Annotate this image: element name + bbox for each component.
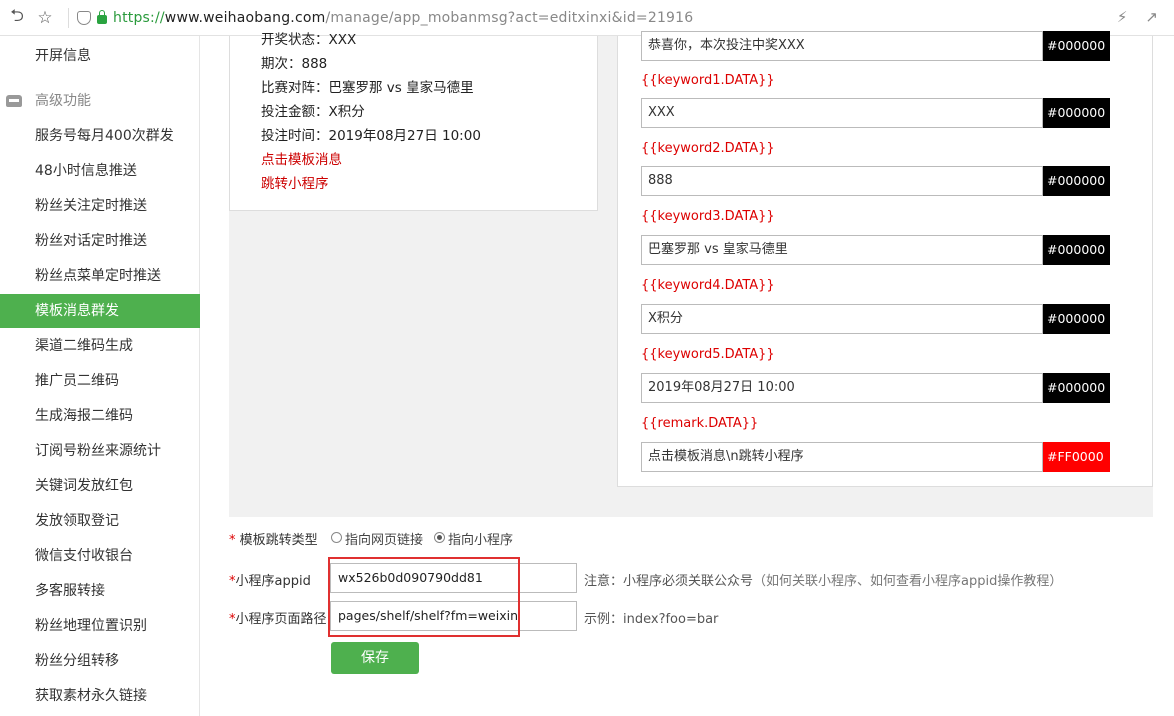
- keyword4-input[interactable]: X积分: [641, 304, 1043, 334]
- shield-icon[interactable]: [77, 10, 91, 25]
- url-scheme: https://: [113, 9, 165, 26]
- preview-line: 期次：888: [261, 56, 328, 72]
- url-path: /manage/app_mobanmsg?act=editxinxi&id=21…: [325, 9, 694, 26]
- radio-mini-program[interactable]: [434, 532, 445, 543]
- sidebar-item[interactable]: 粉丝分组转移: [0, 644, 200, 678]
- message-preview: 开奖状态：XXX 期次：888 比赛对阵：巴塞罗那 vs 皇家马德里 投注金额：…: [229, 32, 598, 211]
- preview-line: 点击模板消息: [261, 152, 342, 168]
- keyword2-input[interactable]: 888: [641, 166, 1043, 196]
- color-swatch[interactable]: #000000: [1043, 166, 1110, 196]
- remark-input[interactable]: 点击模板消息\n跳转小程序: [641, 442, 1043, 472]
- sidebar-group-label: 高级功能: [35, 93, 91, 109]
- url-host: www.weihaobang.com: [164, 9, 326, 26]
- sidebar-item[interactable]: 订阅号粉丝来源统计: [0, 434, 200, 468]
- field-label: {{remark.DATA}}: [641, 416, 759, 431]
- color-swatch[interactable]: #000000: [1043, 98, 1110, 128]
- page-path-label: *小程序页面路径: [229, 612, 327, 627]
- field-label: {{keyword1.DATA}}: [641, 73, 775, 88]
- sidebar-item[interactable]: 渠道二维码生成: [0, 329, 200, 363]
- sidebar-item[interactable]: 推广员二维码: [0, 364, 200, 398]
- sidebar-item[interactable]: 粉丝点菜单定时推送: [0, 259, 200, 293]
- appid-label: *小程序appid: [229, 574, 311, 589]
- lock-icon: [97, 10, 107, 24]
- color-swatch[interactable]: #000000: [1043, 304, 1110, 334]
- field-label: {{keyword4.DATA}}: [641, 278, 775, 293]
- editor-area: 开奖状态：XXX 期次：888 比赛对阵：巴塞罗那 vs 皇家马德里 投注金额：…: [229, 31, 1153, 517]
- field-label: {{keyword3.DATA}}: [641, 209, 775, 224]
- preview-line: 比赛对阵：巴塞罗那 vs 皇家马德里: [261, 80, 474, 96]
- color-swatch[interactable]: #000000: [1043, 373, 1110, 403]
- lightning-icon[interactable]: ⚡︎: [1117, 8, 1128, 26]
- sidebar-item[interactable]: 粉丝关注定时推送: [0, 189, 200, 223]
- appid-help-links[interactable]: （如何关联小程序、如何查看小程序appid操作教程）: [753, 574, 1062, 589]
- preview-line: 开奖状态：XXX: [261, 32, 357, 48]
- mini-program-settings: * 模板跳转类型 指向网页链接 指向小程序 *小程序appid wx526b0d…: [229, 517, 1174, 716]
- annotation-highlight: [328, 557, 520, 637]
- first-data-input[interactable]: 恭喜你，本次投注中奖XXX: [641, 31, 1043, 61]
- inbox-icon: [6, 95, 22, 107]
- keyword3-input[interactable]: 巴塞罗那 vs 皇家马德里: [641, 235, 1043, 265]
- expand-icon[interactable]: ↗: [1145, 8, 1158, 26]
- color-swatch[interactable]: #FF0000: [1043, 442, 1110, 472]
- sidebar-item[interactable]: 获取素材永久链接: [0, 679, 200, 713]
- sidebar-item[interactable]: 粉丝对话定时推送: [0, 224, 200, 258]
- sidebar-item[interactable]: 服务号每月400次群发: [0, 119, 200, 153]
- sidebar: 开屏信息 高级功能 服务号每月400次群发 48小时信息推送 粉丝关注定时推送 …: [0, 36, 200, 716]
- preview-line: 投注金额：X积分: [261, 104, 365, 120]
- address-bar[interactable]: https://www.weihaobang.com/manage/app_mo…: [113, 10, 693, 26]
- sidebar-item[interactable]: 生成海报二维码: [0, 399, 200, 433]
- save-button[interactable]: 保存: [331, 642, 419, 674]
- jump-type-label: * 模板跳转类型: [229, 533, 318, 548]
- sidebar-group-advanced: 高级功能: [0, 84, 200, 118]
- radio-mini-program-label[interactable]: 指向小程序: [448, 529, 513, 548]
- sidebar-item-splash-info[interactable]: 开屏信息: [0, 39, 200, 73]
- color-swatch[interactable]: #000000: [1043, 31, 1110, 61]
- keyword5-input[interactable]: 2019年08月27日 10:00: [641, 373, 1043, 403]
- toolbar-divider: [68, 7, 69, 28]
- sidebar-item[interactable]: 发放领取登记: [0, 504, 200, 538]
- sidebar-item[interactable]: 粉丝地理位置识别: [0, 609, 200, 643]
- template-fields-form: 恭喜你，本次投注中奖XXX #000000 {{keyword1.DATA}} …: [617, 31, 1153, 487]
- sidebar-item[interactable]: 多客服转接: [0, 574, 200, 608]
- keyword1-input[interactable]: XXX: [641, 98, 1043, 128]
- sidebar-item[interactable]: 关键词发放红包: [0, 469, 200, 503]
- page-path-hint: 示例：index?foo=bar: [584, 612, 719, 627]
- appid-hint: 注意：小程序必须关联公众号（如何关联小程序、如何查看小程序appid操作教程）: [584, 574, 1063, 589]
- preview-line: 投注时间：2019年08月27日 10:00: [261, 128, 481, 144]
- sidebar-item[interactable]: 微信支付收银台: [0, 539, 200, 573]
- star-icon[interactable]: ☆: [34, 7, 56, 29]
- back-icon[interactable]: ⮌: [6, 6, 28, 29]
- radio-web-link[interactable]: [331, 532, 342, 543]
- radio-web-link-label[interactable]: 指向网页链接: [345, 529, 423, 548]
- field-label: {{keyword5.DATA}}: [641, 347, 775, 362]
- color-swatch[interactable]: #000000: [1043, 235, 1110, 265]
- sidebar-item-template-message[interactable]: 模板消息群发: [0, 294, 200, 328]
- field-label: {{keyword2.DATA}}: [641, 141, 775, 156]
- preview-line: 跳转小程序: [261, 176, 329, 192]
- sidebar-item[interactable]: 48小时信息推送: [0, 154, 200, 188]
